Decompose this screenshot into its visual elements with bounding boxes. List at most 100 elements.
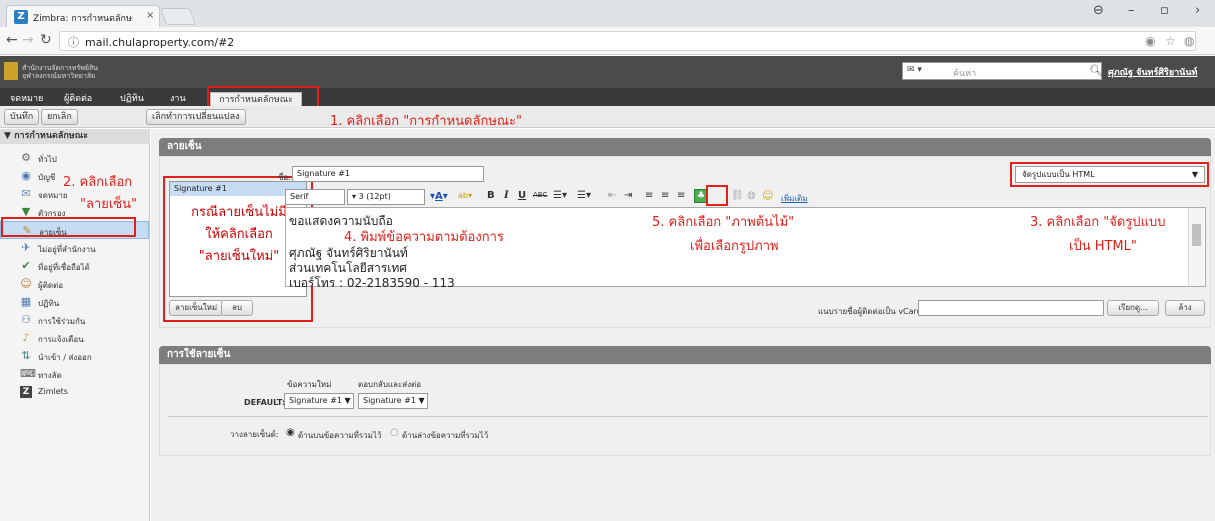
indent-icon[interactable]: ⇥ [624, 190, 632, 201]
sidebar-item-calendar[interactable]: ▦ ปฏิทิน [0, 293, 149, 311]
minimize-icon[interactable]: – [1128, 3, 1135, 18]
sidebar-item-label: ปฏิทิน [38, 299, 60, 308]
sidebar-item-shortcuts[interactable]: ⌨ ทางลัด [0, 365, 149, 383]
vcard-label: แนบรายชื่อผู้ติดต่อเป็น vCard: [818, 307, 925, 316]
org-name-line2: จุฬาลงกรณ์มหาวิทยาลัย [22, 72, 96, 80]
numbered-list-icon[interactable]: ☰▾ [577, 190, 591, 201]
bookmark-star-icon[interactable]: ☆ [1165, 34, 1176, 48]
sidebar-item-notifications[interactable]: ♪ การแจ้งเตือน [0, 329, 149, 347]
browse-button[interactable]: เรียกดู... [1107, 300, 1159, 316]
save-button[interactable]: บันทึก [4, 109, 40, 125]
envelope-icon: ✉ [21, 187, 31, 200]
font-family-select[interactable]: Serif [285, 189, 345, 205]
user-menu[interactable]: ศุภณัฐ จันทร์ศิริยานันท์ [1108, 65, 1197, 79]
app-tab-contacts[interactable]: ผู้ติดต่อ [64, 91, 92, 105]
highlight-color-icon[interactable]: ab▾ [458, 191, 472, 200]
url-field[interactable]: ⓘ mail.chulaproperty.com/#2 ◉ ☆ ◍ [59, 31, 1196, 51]
bell-icon: ♪ [22, 331, 30, 344]
sidebar-item-label: นำเข้า / ส่งออก [38, 353, 92, 362]
app-tab-calendar[interactable]: ปฏิทิน [120, 91, 144, 105]
info-icon[interactable]: ⓘ [68, 34, 79, 50]
highlight-box-signatures [1, 217, 136, 237]
table-icon[interactable]: ◍ [747, 190, 756, 201]
profile-icon[interactable]: ⊖ [1093, 3, 1104, 18]
sidebar-item-sharing[interactable]: ⚇ การใช้ร่วมกัน [0, 311, 149, 329]
outdent-icon[interactable]: ⇤ [608, 190, 616, 201]
extension-icon[interactable]: ◍ [1184, 34, 1194, 48]
signature-placement-label: วางลายเซ็นต์: [230, 430, 279, 439]
annotation-step2-line1: 2. คลิกเลือก [63, 175, 133, 190]
align-left-icon[interactable]: ≡ [645, 190, 653, 201]
search-icon[interactable]: 🔍︎ [1089, 64, 1103, 77]
italic-icon[interactable]: I [504, 190, 509, 201]
reload-icon[interactable]: ↻ [40, 32, 52, 48]
sidebar-item-zimlets[interactable]: Z Zimlets [0, 383, 149, 401]
default-new-signature-select[interactable]: Signature #1 ▼ [284, 393, 354, 409]
browser-tab[interactable]: Z Zimbra: การกำหนดลักษณะ × [6, 5, 160, 27]
forward-icon[interactable]: → [22, 32, 34, 48]
vcard-input[interactable] [918, 300, 1104, 316]
airplane-icon: ✈ [21, 241, 31, 254]
toolbar: บันทึก ยกเลิก เลิกทำการเปลี่ยนแปลง [0, 106, 1215, 128]
text-color-icon[interactable]: ▾A▾ [430, 191, 448, 202]
account-icon: ◉ [21, 169, 31, 182]
placement-below-radio[interactable]: ○ [390, 427, 399, 438]
search-type-select[interactable]: ✉ ▾ [907, 65, 922, 75]
search-box[interactable]: ✉ ▾ ค้นหา 🔍︎ [902, 62, 1103, 80]
sidebar-item-general[interactable]: ⚙ ทั่วไป [0, 149, 149, 167]
more-link[interactable]: เพิ่มเติม [781, 192, 807, 205]
eye-icon[interactable]: ◉ [1145, 34, 1155, 48]
close-window-icon[interactable]: › [1195, 3, 1200, 18]
new-message-column-header: ข้อความใหม่ [287, 380, 332, 389]
tab-close-icon[interactable]: × [146, 10, 154, 21]
sidebar-header[interactable]: ▼ การกำหนดลักษณะ [0, 129, 150, 144]
default-reply-signature-select[interactable]: Signature #1 ▼ [358, 393, 428, 409]
highlight-box-format [1010, 162, 1209, 187]
annotation-step3-line1: 3. คลิกเลือก "จัดรูปแบบ [1030, 215, 1166, 230]
calendar-icon: ▦ [20, 295, 32, 308]
new-tab-button[interactable] [159, 8, 197, 25]
back-icon[interactable]: ← [6, 32, 18, 48]
font-size-value: 3 (12pt) [358, 192, 391, 201]
search-input[interactable]: ค้นหา [953, 66, 976, 80]
sidebar-item-label: ไม่อยู่ที่สำนักงาน [38, 245, 96, 254]
org-name: สำนักงานจัดการทรัพย์สิน จุฬาลงกรณ์มหาวิท… [22, 64, 98, 80]
align-right-icon[interactable]: ≡ [677, 190, 685, 201]
zimlets-icon: Z [20, 386, 32, 398]
bold-icon[interactable]: B [487, 190, 495, 201]
url-text: mail.chulaproperty.com/#2 [85, 36, 235, 49]
underline-icon[interactable]: U [518, 190, 526, 201]
zimbra-header: สำนักงานจัดการทรัพย์สิน จุฬาลงกรณ์มหาวิท… [0, 56, 1215, 88]
sidebar-item-label: การแจ้งเตือน [38, 335, 84, 344]
insert-link-icon[interactable]: ⛓ [731, 190, 744, 201]
align-center-icon[interactable]: ≡ [661, 190, 669, 201]
bullet-list-icon[interactable]: ☰▾ [553, 190, 567, 201]
placement-above-radio[interactable]: ◉ [286, 427, 295, 438]
tab-title: Zimbra: การกำหนดลักษณะ [33, 14, 133, 24]
sidebar-item-label: ผู้ติดต่อ [38, 281, 64, 290]
app-tab-mail[interactable]: จดหมาย [10, 91, 43, 105]
font-size-select[interactable]: ▾ 3 (12pt) [347, 189, 425, 205]
undo-changes-button[interactable]: เลิกทำการเปลี่ยนแปลง [146, 109, 246, 125]
editor-scrollbar[interactable] [1188, 208, 1204, 286]
sidebar-item-import-export[interactable]: ⇅ นำเข้า / ส่งออก [0, 347, 149, 365]
cancel-button[interactable]: ยกเลิก [41, 109, 78, 125]
sidebar-header-label: การกำหนดลักษณะ [14, 131, 88, 141]
sidebar-item-label: บัญชี [38, 173, 56, 182]
zimbra-favicon-icon: Z [14, 10, 28, 24]
sidebar-item-label: การใช้ร่วมกัน [38, 317, 86, 326]
sidebar-item-trusted-addresses[interactable]: ✔ ที่อยู่ที่เชื่อถือได้ [0, 257, 149, 275]
import-export-icon: ⇅ [21, 349, 31, 362]
emoticon-icon[interactable]: ☺ [762, 189, 773, 202]
address-bar-row: ← → ↻ ⓘ mail.chulaproperty.com/#2 ◉ ☆ ◍ [0, 27, 1215, 55]
sidebar-item-contacts[interactable]: ☺ ผู้ติดต่อ [0, 275, 149, 293]
scrollbar-thumb[interactable] [1192, 224, 1201, 246]
sidebar-item-out-of-office[interactable]: ✈ ไม่อยู่ที่สำนักงาน [0, 239, 149, 257]
strikethrough-icon[interactable]: ABC [533, 191, 547, 199]
default-reply-value: Signature #1 [363, 396, 416, 405]
maximize-icon[interactable]: ▫ [1160, 3, 1169, 18]
clear-button[interactable]: ล้าง [1165, 300, 1205, 316]
browser-tabstrip: Z Zimbra: การกำหนดลักษณะ × ⊖ – ▫ › [0, 0, 1215, 27]
signature-name-input[interactable]: Signature #1 [292, 166, 484, 182]
app-tab-tasks[interactable]: งาน [170, 91, 186, 105]
